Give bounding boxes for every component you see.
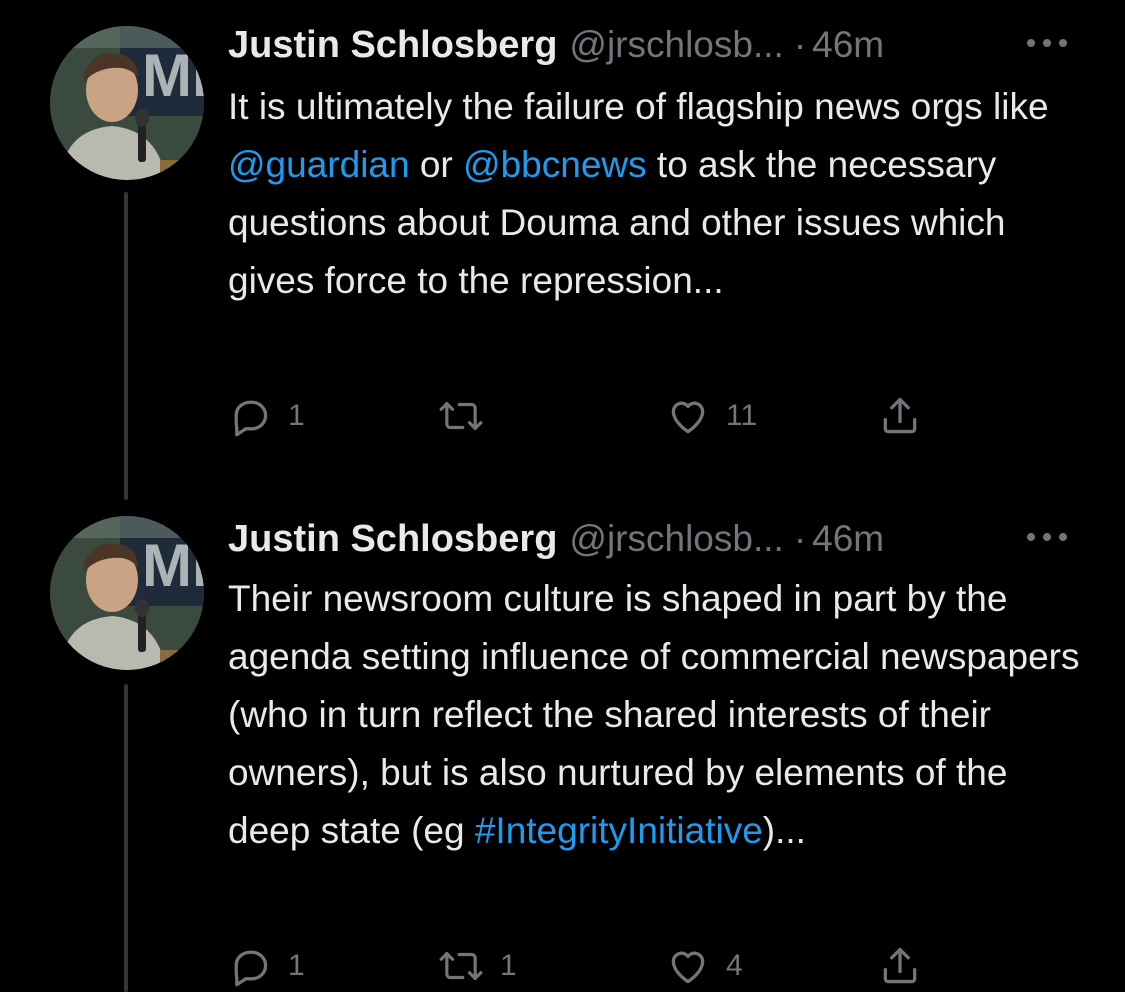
profile-photo-icon: ME — [50, 516, 204, 670]
more-horizontal-icon[interactable] — [1023, 28, 1071, 58]
tweet[interactable]: ME Justin Schlosberg @jrschlosb... · 46m… — [0, 0, 1125, 500]
tweet-text: It is ultimately the failure of flagship… — [228, 78, 1088, 310]
reply-count: 1 — [288, 949, 305, 982]
reply-button[interactable]: 1 — [228, 940, 305, 992]
mention-link[interactable]: @bbcnews — [463, 144, 647, 185]
text-segment: It is ultimately the failure of flagship… — [228, 86, 1049, 127]
like-button[interactable]: 11 — [666, 390, 757, 442]
author-handle[interactable]: @jrschlosb... — [569, 24, 783, 66]
tweet[interactable]: ME Justin Schlosberg @jrschlosb... · 46m… — [0, 500, 1125, 992]
heart-icon — [671, 401, 705, 434]
thread-connector — [124, 684, 128, 992]
author-name[interactable]: Justin Schlosberg — [228, 518, 557, 561]
timestamp[interactable]: 46m — [812, 24, 884, 66]
retweet-button[interactable] — [438, 390, 500, 442]
more-horizontal-icon[interactable] — [1023, 522, 1071, 552]
tweet-actions: 1 1 4 — [228, 940, 948, 992]
svg-text:ME: ME — [142, 42, 204, 109]
reply-count: 1 — [288, 399, 305, 432]
author-handle[interactable]: @jrschlosb... — [569, 518, 783, 560]
thread-connector — [124, 192, 128, 500]
reply-button[interactable]: 1 — [228, 390, 305, 442]
separator: · — [793, 518, 807, 559]
retweet-icon — [439, 402, 483, 430]
svg-text:ME: ME — [142, 532, 204, 599]
avatar[interactable]: ME — [50, 516, 204, 670]
tweet-header: Justin Schlosberg @jrschlosb... · 46m — [228, 514, 1085, 564]
like-count: 4 — [726, 949, 743, 982]
like-count: 11 — [726, 399, 758, 432]
tweet-actions: 1 11 — [228, 390, 948, 442]
like-button[interactable]: 4 — [666, 940, 743, 992]
text-segment: or — [409, 144, 464, 185]
share-icon — [883, 397, 917, 434]
mention-link[interactable]: @guardian — [228, 144, 410, 185]
retweet-count: 1 — [500, 949, 517, 982]
share-button[interactable] — [878, 940, 922, 992]
avatar[interactable]: ME — [50, 26, 204, 180]
retweet-icon — [439, 952, 483, 980]
heart-icon — [671, 951, 705, 984]
timestamp[interactable]: 46m — [812, 518, 884, 560]
tweet-header: Justin Schlosberg @jrschlosb... · 46m — [228, 20, 1085, 70]
reply-bubble-icon — [234, 400, 268, 437]
tweet-text: Their newsroom culture is shaped in part… — [228, 570, 1088, 860]
separator: · — [793, 24, 807, 65]
author-name[interactable]: Justin Schlosberg — [228, 24, 557, 67]
hashtag-link[interactable]: #IntegrityInitiative — [475, 810, 763, 851]
retweet-button[interactable]: 1 — [438, 940, 517, 992]
share-icon — [883, 947, 917, 984]
profile-photo-icon: ME — [50, 26, 204, 180]
share-button[interactable] — [878, 390, 922, 442]
text-segment: )... — [762, 810, 806, 851]
reply-bubble-icon — [234, 950, 268, 987]
